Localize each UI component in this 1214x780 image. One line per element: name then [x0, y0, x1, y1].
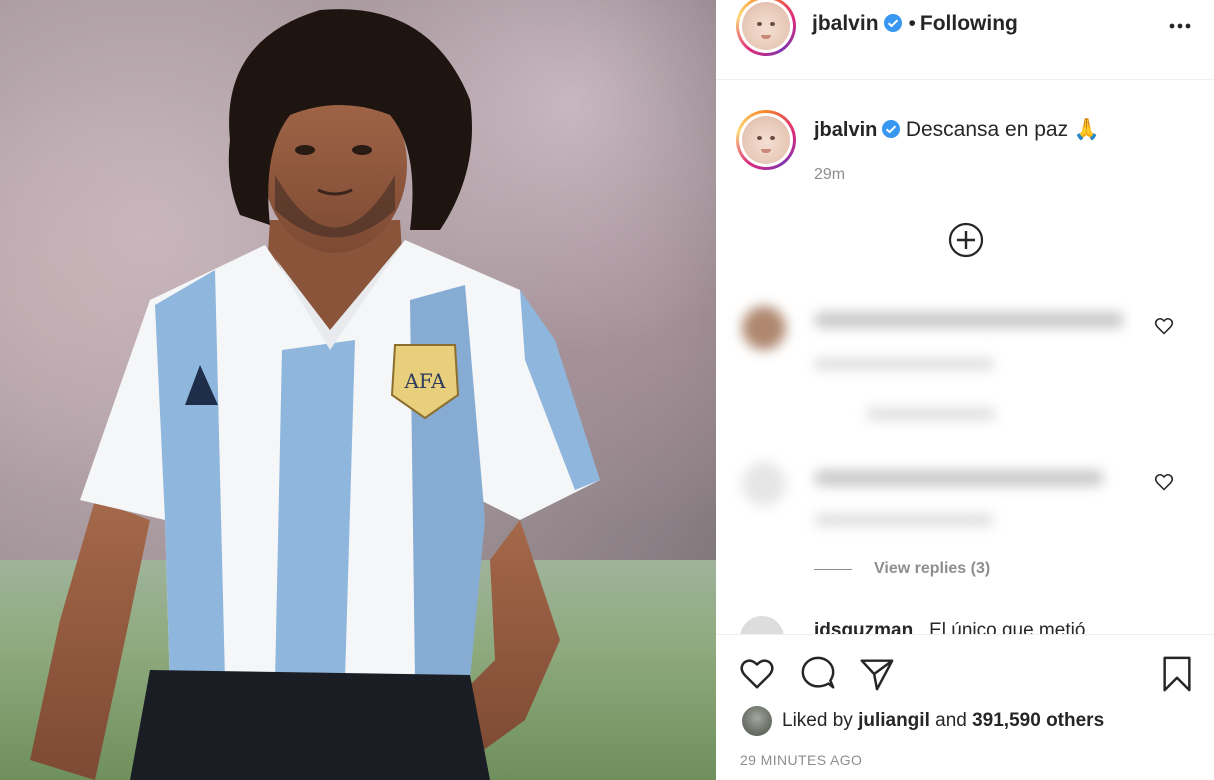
comment-avatar [742, 306, 786, 350]
player-illustration: AFA [30, 9, 600, 780]
comment-avatar [742, 462, 786, 506]
avatar-face [742, 116, 790, 164]
post-side-panel: jbalvin • Following jbalvin Descansa en pa… [716, 0, 1214, 780]
comment-text: El único que metió [929, 620, 1086, 634]
avatar-eye [770, 136, 775, 140]
comment-meta-blur [814, 514, 994, 526]
comment-replies-blur [866, 408, 996, 420]
avatar-eye [757, 136, 762, 140]
bookmark-icon[interactable] [1158, 655, 1196, 693]
comment-item-partial: jdsguzman El único que metió [716, 612, 1214, 634]
likes-count[interactable]: 391,590 others [972, 710, 1104, 732]
verified-icon [882, 120, 901, 138]
svg-text:AFA: AFA [403, 369, 446, 393]
avatar-eye [757, 22, 762, 26]
replies-divider-line [814, 568, 852, 570]
share-icon[interactable] [858, 655, 896, 693]
comment-text-blur [814, 470, 1104, 486]
follow-status-button[interactable]: Following [920, 12, 1018, 35]
post-header: jbalvin • Following [716, 0, 1214, 80]
caption-line: jbalvin Descansa en paz 🙏 [814, 118, 1100, 142]
post-photo[interactable]: AFA [0, 0, 716, 780]
more-icon [1169, 23, 1191, 29]
liker-username[interactable]: juliangil [858, 710, 930, 732]
header-username[interactable]: jbalvin [812, 12, 879, 35]
comment-icon[interactable] [799, 655, 837, 693]
caption-avatar[interactable] [736, 110, 796, 170]
post-timestamp[interactable]: 29 MINUTES AGO [740, 752, 862, 768]
verified-icon [883, 14, 902, 32]
comment-partial-text: jdsguzman El único que metió [814, 620, 1085, 634]
likes-prefix: Liked by [782, 710, 853, 731]
heart-icon[interactable] [738, 655, 776, 693]
avatar-face [742, 2, 790, 50]
comment-avatar [740, 616, 784, 634]
more-options-icon[interactable] [1168, 14, 1192, 45]
author-avatar[interactable] [736, 0, 796, 56]
likes-summary: Liked by juliangil and 391,590 others [742, 706, 1104, 736]
comment-text-blur [814, 312, 1124, 328]
avatar-mouth [761, 35, 771, 39]
avatar-mouth [761, 149, 771, 153]
caption-text: Descansa en paz 🙏 [905, 118, 1101, 141]
comment-like-heart-icon[interactable] [1154, 316, 1174, 336]
view-replies-button[interactable]: View replies (3) [814, 560, 990, 578]
comment-like-heart-icon[interactable] [1154, 472, 1174, 492]
add-circle-icon[interactable] [948, 222, 984, 258]
header-user-line: jbalvin • Following [812, 12, 1018, 36]
avatar-eye [770, 22, 775, 26]
caption-username[interactable]: jbalvin [814, 119, 877, 141]
header-separator: • [908, 12, 916, 35]
comment-username[interactable]: jdsguzman [814, 620, 913, 634]
caption-time[interactable]: 29m [814, 166, 845, 184]
view-replies-label: View replies (3) [874, 560, 991, 577]
comment-meta-blur [814, 358, 994, 370]
liker-avatar[interactable] [742, 706, 772, 736]
likes-conjunction: and [935, 710, 967, 731]
instagram-post-view: AFA jbalvin • Following jbalvin Descansa… [0, 0, 1214, 780]
